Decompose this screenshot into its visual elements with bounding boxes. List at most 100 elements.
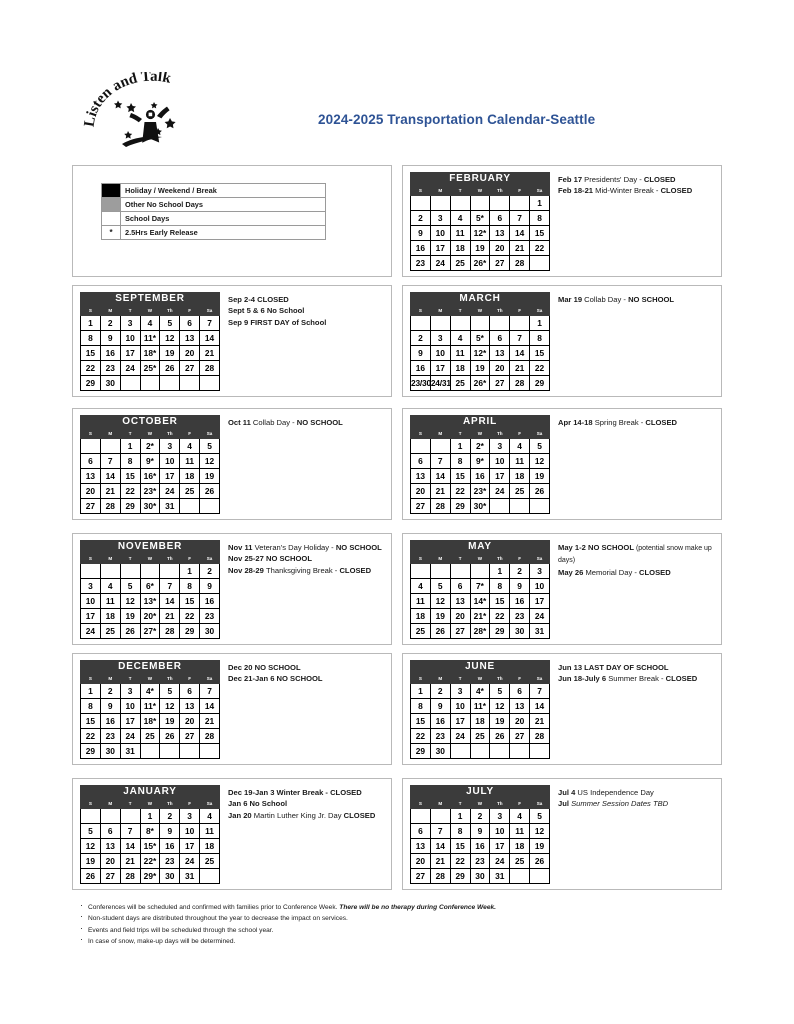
footnotes: Conferences will be scheduled and confir… — [78, 900, 738, 947]
week-row: 29 30 — [80, 375, 220, 391]
day-cell: 1 — [489, 563, 511, 579]
legend-swatch-white — [101, 211, 121, 226]
month-grid: S M T W Th F Sa 1 2 3 4 5 6 7 8 9 10 11* 12 13 14 15 16 17 18* 19… — [80, 306, 220, 391]
day-cell: 10 — [179, 823, 201, 839]
calendar-may: MAY S M T W Th F Sa 1 2 3 4 5 6 7* 8 9 10 11 12 13 14* 15 16 17 1… — [410, 540, 550, 639]
day-cell: 7 — [199, 315, 220, 331]
day-cell: 25 — [509, 853, 531, 869]
day-cell: 3 — [489, 808, 511, 824]
week-row: 13 14 15 16* 17 18 19 — [80, 468, 220, 484]
day-cell: 19 — [429, 608, 451, 624]
day-cell: 22 — [449, 853, 471, 869]
weekday-header-t: T — [119, 799, 141, 809]
weekday-header-s: S — [410, 429, 431, 439]
day-cell: 15 — [529, 345, 550, 361]
day-cell: 26 — [159, 728, 181, 744]
day-cell: 26 — [80, 868, 101, 884]
day-cell: 25* — [139, 360, 161, 376]
week-row: 8 9 10 11* 12 13 14 — [410, 698, 550, 714]
day-cell: 24 — [179, 853, 201, 869]
month-grid: S M T W Th F Sa 1 2 3 4 5 6 7* 8 9 10 11 12 13 14* 15 16 17 18 19… — [410, 554, 550, 639]
note-text: May 26 — [558, 567, 586, 577]
day-cell: 30 — [99, 743, 121, 759]
week-row: 13 14 15 16 17 18 19 — [410, 838, 550, 854]
note-text: NO SCHOOL — [628, 295, 675, 304]
month-title: APRIL — [410, 415, 550, 429]
day-cell: 16 — [99, 713, 121, 729]
day-cell-empty — [489, 315, 511, 331]
day-cell-empty — [119, 375, 141, 391]
footnote-item: Conferences will be scheduled and confir… — [78, 900, 738, 913]
day-cell: 7 — [529, 683, 550, 699]
day-cell: 10 — [429, 225, 451, 241]
week-row: 13 14 15 16 17 18 19 — [410, 468, 550, 484]
weekday-header-w: W — [139, 554, 161, 564]
day-cell: 29 — [449, 498, 471, 514]
note-text: Jun 18-July 6 — [558, 674, 609, 684]
note-line: Jul Summer Session Dates TBD — [558, 798, 716, 809]
day-cell: 22 — [80, 728, 101, 744]
weekday-header-f: F — [179, 306, 201, 316]
day-cell: 3 — [429, 330, 451, 346]
day-cell: 16 — [509, 593, 531, 609]
weekday-header-sa: Sa — [199, 674, 220, 684]
day-cell: 30 — [99, 375, 121, 391]
day-cell: 28 — [509, 255, 531, 271]
weekday-header-row: S M T W Th F Sa — [80, 799, 220, 809]
day-cell: 11 — [449, 225, 471, 241]
month-notes: Sep 2-4 CLOSED Sept 5 & 6 No School Sep 9 … — [228, 294, 386, 328]
month-panel-july: JULY S M T W Th F Sa 1 2 3 4 5 6 7 8 9 10 11 12 13 14 15 16 17 18… — [402, 778, 722, 890]
day-cell: 26 — [429, 623, 451, 639]
day-cell: 28 — [99, 498, 121, 514]
legend-label: School Days — [120, 211, 326, 226]
calendar-february: FEBRUARY S M T W Th F Sa 1 2 3 4 5* 6 7 8 9 10 11 12* 13 14 15… — [410, 172, 550, 271]
day-cell-empty — [80, 563, 101, 579]
day-cell-empty — [469, 743, 491, 759]
day-cell: 21 — [429, 483, 451, 499]
day-cell: 22 — [410, 728, 431, 744]
day-cell: 2 — [99, 683, 121, 699]
week-row: 8 9 10 11* 12 13 14 — [80, 330, 220, 346]
day-cell: 19 — [469, 240, 491, 256]
month-grid: S M T W Th F Sa 1 2 3 4* 5 6 7 8 9 10 11* 12 13 14 15 16 17 18 19… — [410, 674, 550, 759]
weekday-header-w: W — [139, 799, 161, 809]
day-cell-empty — [509, 195, 531, 211]
day-cell: 1 — [529, 195, 550, 211]
month-panel-december: DECEMBER S M T W Th F Sa 1 2 3 4* 5 6 7 8 9 10 11* 12 13 14 15… — [72, 653, 392, 765]
day-cell: 1 — [449, 808, 471, 824]
weekday-header-m: M — [429, 799, 451, 809]
day-cell: 27 — [449, 623, 471, 639]
day-cell: 4 — [410, 578, 431, 594]
day-cell: 20 — [449, 608, 471, 624]
day-cell: 5 — [199, 438, 220, 454]
day-cell: 29 — [449, 868, 471, 884]
weekday-header-sa: Sa — [529, 429, 550, 439]
day-cell: 9 — [509, 578, 531, 594]
day-cell: 12 — [119, 593, 141, 609]
day-cell-empty — [529, 868, 550, 884]
month-grid: S M T W Th F Sa 1 2 3 4* 5 6 7 8 9 10 11* 12 13 14 15 16 17 18* 1… — [80, 674, 220, 759]
note-line: Jan 20 Martin Luther King Jr. Day CLOSED — [228, 810, 386, 821]
day-cell: 26 — [489, 728, 511, 744]
weekday-header-sa: Sa — [199, 799, 220, 809]
day-cell: 14 — [99, 468, 121, 484]
week-row: 15 16 17 18* 19 20 21 — [80, 345, 220, 361]
weekday-header-s: S — [410, 186, 431, 196]
day-cell: 1 — [449, 438, 471, 454]
day-cell: 12 — [80, 838, 101, 854]
day-cell: 5 — [80, 823, 101, 839]
day-cell: 5 — [529, 438, 550, 454]
day-cell-empty — [469, 195, 491, 211]
day-cell: 17 — [429, 240, 451, 256]
note-text: Sep 9 FIRST DAY of School — [228, 317, 327, 327]
note-line: Feb 18-21 Mid-Winter Break - CLOSED — [558, 185, 716, 196]
week-row: 1 2 3 4* 5 6 7 — [410, 683, 550, 699]
day-cell: 16 — [469, 838, 491, 854]
day-cell: 9 — [159, 823, 181, 839]
day-cell: 25 — [199, 853, 220, 869]
day-cell: 8 — [529, 210, 550, 226]
weekday-header-m: M — [429, 554, 451, 564]
day-cell: 18 — [469, 713, 491, 729]
weekday-header-sa: Sa — [199, 429, 220, 439]
day-cell: 27 — [410, 498, 431, 514]
